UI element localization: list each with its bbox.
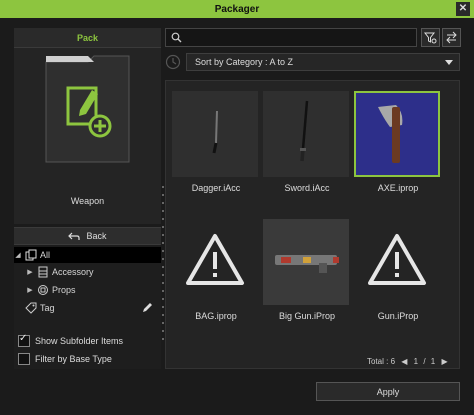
item-label: Sword.iAcc	[284, 183, 330, 193]
content-item-dagger[interactable]: Dagger.iAcc	[172, 91, 260, 193]
next-page-icon[interactable]: ▶	[441, 357, 447, 366]
filter-button[interactable]	[421, 28, 440, 47]
tree-label: All	[40, 250, 51, 260]
tree-item-accessory[interactable]: ▶ Accessory	[14, 264, 173, 280]
pack-preview: Weapon	[14, 48, 161, 224]
recent-clock-icon[interactable]	[165, 54, 181, 70]
filter-base-type-checkbox[interactable]	[18, 353, 30, 365]
tab-pack[interactable]: Pack	[14, 28, 161, 48]
props-icon	[38, 285, 48, 295]
content-grid: Dagger.iAcc Sword.iAcc AXE.iprop BAG.ipr…	[165, 80, 460, 369]
tree-label: Accessory	[52, 267, 94, 277]
item-label: AXE.iprop	[377, 183, 419, 193]
expand-arrow-icon[interactable]: ▶	[26, 286, 34, 294]
tree-label: Props	[52, 285, 76, 295]
item-label: Dagger.iAcc	[191, 183, 241, 193]
pack-folder-icon[interactable]	[44, 54, 131, 164]
current-page: 1	[413, 357, 419, 366]
expand-arrow-icon[interactable]: ▶	[26, 268, 34, 276]
edit-tag-icon[interactable]	[141, 302, 153, 314]
sort-dropdown[interactable]: Sort by Category : A to Z	[186, 53, 460, 71]
axe-icon	[378, 105, 403, 163]
content-item-axe[interactable]: AXE.iprop	[354, 91, 442, 193]
back-button[interactable]: Back	[14, 227, 161, 245]
tag-icon	[25, 302, 37, 314]
sword-icon	[300, 100, 309, 162]
window-title: Packager	[214, 3, 260, 15]
thumbnail	[172, 91, 258, 177]
show-subfolder-checkbox[interactable]	[18, 333, 30, 347]
search-icon	[171, 32, 182, 43]
tree-label: Tag	[40, 303, 55, 313]
gun-icon	[275, 255, 339, 273]
back-label: Back	[86, 231, 107, 241]
pack-name: Weapon	[70, 196, 105, 206]
swap-arrows-icon	[446, 31, 457, 44]
show-subfolder-option[interactable]: Show Subfolder Items	[18, 333, 124, 348]
close-button[interactable]: ✕	[456, 2, 470, 16]
content-item-big-gun[interactable]: Big Gun.iProp	[263, 219, 351, 321]
title-bar: Packager ✕	[0, 0, 474, 18]
tree-item-all[interactable]: ◢ All	[14, 247, 161, 263]
back-arrow-icon	[68, 232, 81, 240]
search-box	[165, 28, 417, 47]
option-label: Show Subfolder Items	[35, 336, 124, 346]
content-item-sword[interactable]: Sword.iAcc	[263, 91, 351, 193]
apply-button[interactable]: Apply	[316, 382, 460, 401]
total-count: Total : 6	[367, 357, 396, 366]
thumbnail	[263, 91, 349, 177]
left-panel: Pack Weapon Back ◢ All ▶ Accessory ▶ Pro…	[14, 28, 161, 369]
item-label: Big Gun.iProp	[278, 311, 336, 321]
warning-icon	[368, 234, 426, 285]
prev-page-icon[interactable]: ◀	[401, 357, 407, 366]
copy-icon	[25, 249, 37, 261]
content-item-bag[interactable]: BAG.iprop	[172, 219, 260, 321]
option-label: Filter by Base Type	[35, 354, 112, 364]
filter-options: Show Subfolder Items Filter by Base Type	[14, 331, 161, 369]
tree-item-props[interactable]: ▶ Props	[14, 282, 173, 298]
dagger-icon	[212, 110, 218, 154]
content-item-gun[interactable]: Gun.iProp	[354, 219, 442, 321]
sort-value: Sort by Category : A to Z	[195, 57, 294, 67]
pagination: Total : 6 ◀ 1 / 1 ▶	[367, 357, 448, 366]
search-input[interactable]	[186, 29, 412, 46]
warning-icon	[186, 234, 244, 285]
total-pages: 1	[430, 357, 436, 366]
collapse-arrow-icon[interactable]: ◢	[14, 251, 22, 259]
item-label: BAG.iprop	[195, 311, 237, 321]
filter-icon	[423, 32, 437, 44]
thumbnail	[354, 219, 440, 305]
item-label: Gun.iProp	[377, 311, 419, 321]
swap-view-button[interactable]	[442, 28, 461, 47]
accessory-icon	[38, 266, 48, 278]
dropdown-arrow-icon	[445, 60, 453, 65]
thumbnail	[354, 91, 440, 177]
thumbnail	[263, 219, 349, 305]
filter-base-type-option[interactable]: Filter by Base Type	[18, 352, 112, 366]
tree-item-tag[interactable]: Tag	[14, 300, 161, 316]
page-separator: /	[423, 357, 426, 366]
thumbnail	[172, 219, 258, 305]
